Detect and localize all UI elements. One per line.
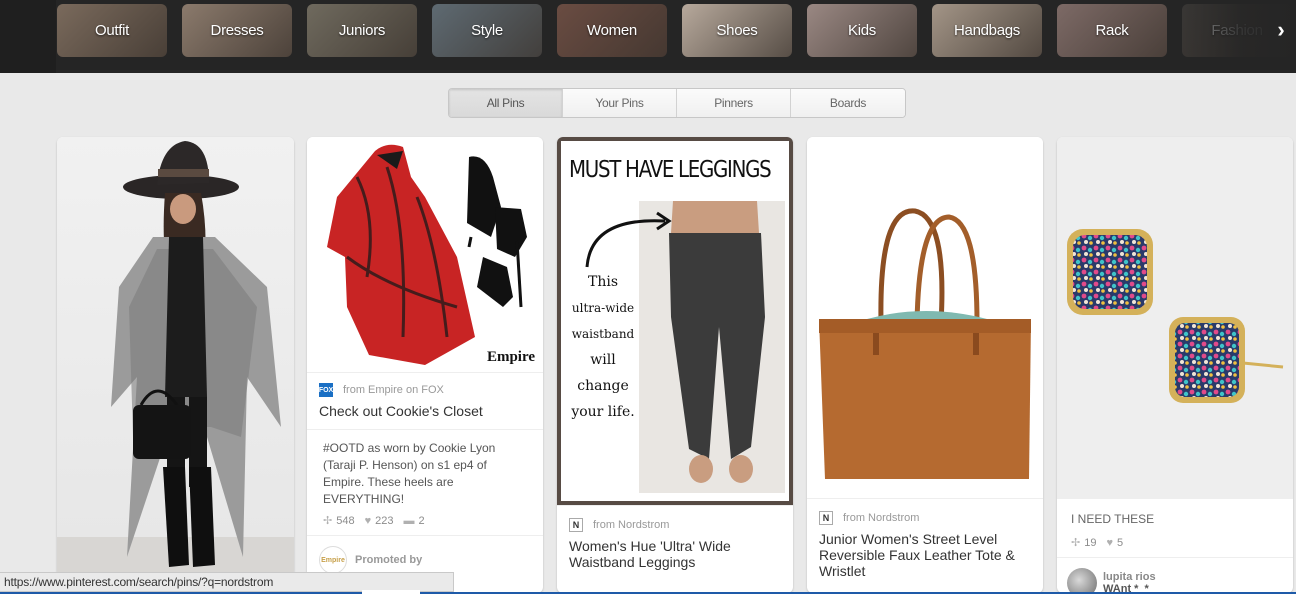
- pin-outfit[interactable]: [57, 137, 294, 577]
- pin-empire-meta: FOX from Empire on FOX Check out Cookie'…: [307, 372, 543, 584]
- repin-count-value: 19: [1084, 536, 1097, 549]
- tab-boards[interactable]: Boards: [791, 89, 905, 117]
- guide-tile-label: Rack: [1095, 22, 1129, 39]
- pin-leggings-image[interactable]: MUST HAVE LEGGINGS This ultra-wide waist…: [557, 137, 793, 505]
- note-line: change: [577, 378, 629, 394]
- heart-icon: ♥: [364, 514, 372, 527]
- guide-tile-rack[interactable]: Rack: [1057, 4, 1167, 57]
- pinner-name[interactable]: lupita rios: [1103, 571, 1156, 583]
- pin-description: I NEED THESE: [1071, 512, 1155, 526]
- guide-tile-label: Dresses: [210, 22, 264, 39]
- note-line: will: [590, 352, 616, 368]
- tab-pinners[interactable]: Pinners: [677, 89, 791, 117]
- tab-your-pins[interactable]: Your Pins: [563, 89, 677, 117]
- guide-bar: Outfit Dresses Juniors Style Women Shoes Kids H…: [0, 0, 1296, 73]
- guide-tile-label: Shoes: [716, 22, 758, 39]
- guide-tile-label: Style: [471, 22, 503, 39]
- pin-source[interactable]: FOX from Empire on FOX: [307, 377, 543, 403]
- repin-count[interactable]: ✢ 19: [1071, 536, 1097, 550]
- pin-earrings-image[interactable]: [1057, 137, 1293, 498]
- pin-filter-tabs: All Pins Your Pins Pinners Boards: [448, 88, 906, 118]
- pin-earrings[interactable]: I NEED THESE ✢ 19 ♥ 5 lupita rios WAnt *_*: [1057, 137, 1293, 593]
- taskbar-highlight: [362, 590, 420, 594]
- avatar: [1067, 568, 1097, 593]
- pin-description: #OOTD as worn by Cookie Lyon (Taraji P. …: [307, 429, 543, 512]
- repin-count[interactable]: ✢ 548: [323, 514, 355, 528]
- pin-empire-image[interactable]: Empire: [307, 137, 543, 372]
- comment-icon: ▬: [403, 514, 415, 527]
- pin-tote-meta: N from Nordstrom Junior Women's Street L…: [807, 498, 1043, 589]
- promoted-label: Promoted by: [355, 554, 423, 566]
- comment-count-value: 2: [418, 514, 425, 527]
- tab-all-pins[interactable]: All Pins: [449, 89, 563, 117]
- pin-source-label: from Empire on FOX: [343, 384, 444, 396]
- comment-count[interactable]: ▬ 2: [403, 515, 424, 527]
- pin-source-label: from Nordstrom: [593, 519, 670, 531]
- pin-earrings-meta: I NEED THESE ✢ 19 ♥ 5 lupita rios WAnt *_*: [1057, 498, 1293, 593]
- pin-title[interactable]: Junior Women's Street Level Reversible F…: [807, 531, 1043, 589]
- guide-tile-women[interactable]: Women: [557, 4, 667, 57]
- browser-status-bar: https://www.pinterest.com/search/pins/?q…: [0, 572, 454, 592]
- pinner-info[interactable]: lupita rios WAnt *_*: [1057, 557, 1293, 593]
- fox-icon: FOX: [319, 383, 333, 397]
- heart-icon: ♥: [1106, 536, 1113, 549]
- note-line: ultra-wide: [571, 301, 635, 315]
- guide-bar-left-edge: [0, 0, 56, 73]
- pin-leggings[interactable]: MUST HAVE LEGGINGS This ultra-wide waist…: [557, 137, 793, 593]
- note-line: your life.: [571, 404, 635, 420]
- pin-stats: ✢ 548 ♥ 223 ▬ 2: [307, 512, 543, 535]
- like-count[interactable]: ♥ 223: [365, 515, 394, 527]
- pin-source[interactable]: N from Nordstrom: [807, 505, 1043, 531]
- guide-tile-dresses[interactable]: Dresses: [182, 4, 292, 57]
- empire-image-caption: Empire: [486, 349, 535, 365]
- like-count-value: 5: [1117, 536, 1124, 549]
- leggings-note: This ultra-wide waistband will change yo…: [567, 269, 639, 425]
- pin-outfit-image[interactable]: [57, 137, 294, 577]
- pin-tote[interactable]: N from Nordstrom Junior Women's Street L…: [807, 137, 1043, 593]
- pin-title[interactable]: Check out Cookie's Closet: [307, 403, 543, 429]
- pin-leggings-meta: N from Nordstrom Women's Hue 'Ultra' Wid…: [557, 505, 793, 580]
- pin-icon: ✢: [1071, 537, 1081, 549]
- guide-tile-label: Handbags: [954, 22, 1020, 39]
- pin-empire[interactable]: Empire FOX from Empire on FOX Check out …: [307, 137, 543, 593]
- guide-tile-outfit[interactable]: Outfit: [57, 4, 167, 57]
- guide-tile-style[interactable]: Style: [432, 4, 542, 57]
- note-line: waistband: [571, 327, 635, 341]
- nordstrom-icon: N: [819, 511, 833, 525]
- guide-tile-label: Kids: [848, 22, 876, 39]
- chevron-right-icon[interactable]: ›: [1272, 16, 1290, 44]
- guide-tile-shoes[interactable]: Shoes: [682, 4, 792, 57]
- guide-tile-handbags[interactable]: Handbags: [932, 4, 1042, 57]
- promoter-avatar: Empire: [319, 546, 347, 574]
- pin-source[interactable]: N from Nordstrom: [557, 512, 793, 538]
- guide-tile-label: Women: [587, 22, 637, 39]
- pin-tote-image[interactable]: [807, 137, 1043, 498]
- pin-source-label: from Nordstrom: [843, 512, 920, 524]
- like-count-value: 223: [375, 514, 394, 527]
- guide-tile-kids[interactable]: Kids: [807, 4, 917, 57]
- like-count[interactable]: ♥ 5: [1106, 537, 1123, 549]
- guide-tile-juniors[interactable]: Juniors: [307, 4, 417, 57]
- pin-icon: ✢: [323, 515, 333, 527]
- guide-tile-label: Juniors: [338, 22, 386, 39]
- pin-title[interactable]: Women's Hue 'Ultra' Wide Waistband Leggi…: [557, 538, 793, 580]
- pin-stats: ✢ 19 ♥ 5: [1057, 532, 1293, 557]
- note-line: This: [587, 274, 619, 290]
- guide-tile-label: Outfit: [94, 22, 130, 39]
- leggings-headline: MUST HAVE LEGGINGS: [569, 157, 772, 183]
- pinner-text: lupita rios WAnt *_*: [1103, 571, 1156, 593]
- nordstrom-icon: N: [569, 518, 583, 532]
- repin-count-value: 548: [336, 514, 355, 527]
